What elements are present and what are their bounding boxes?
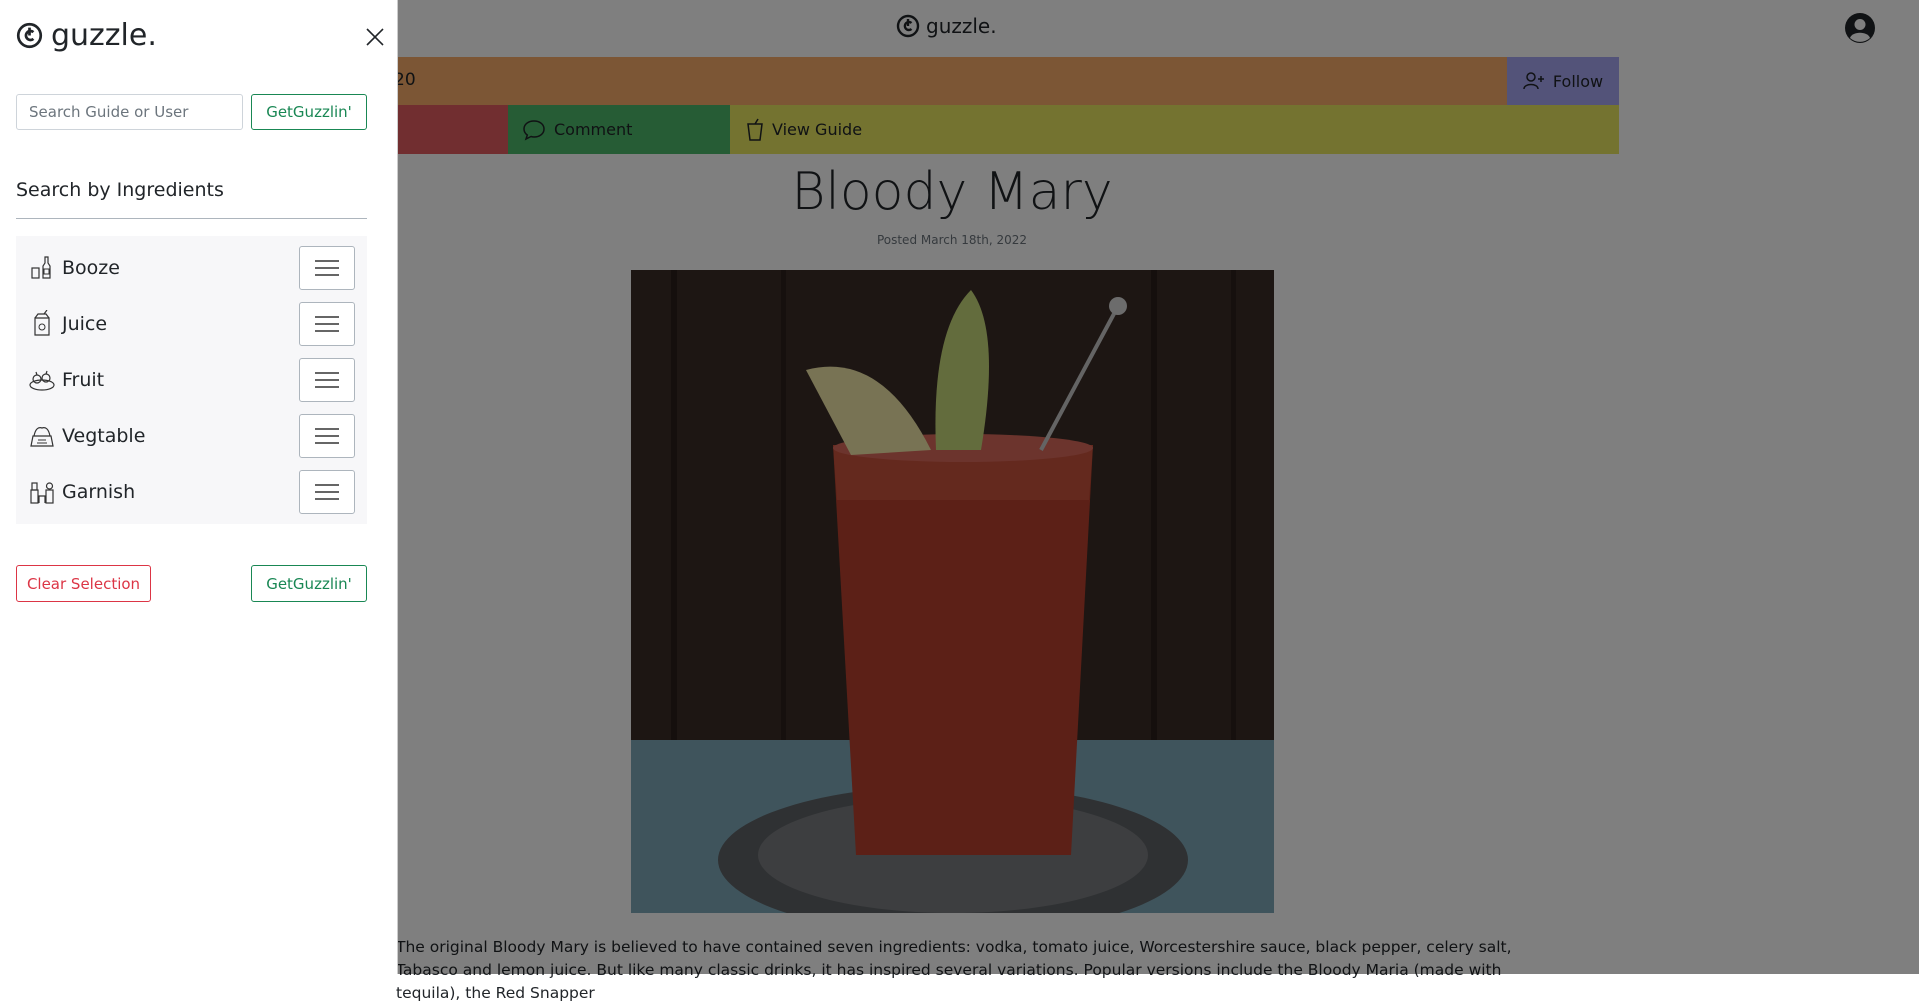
sidebar-brand[interactable]: guzzle. [16, 18, 157, 53]
ingredient-item-garnish: Garnish [16, 464, 367, 520]
hamburger-icon [315, 260, 339, 276]
vegetable-icon [30, 427, 54, 447]
clear-selection-button[interactable]: Clear Selection [16, 565, 151, 602]
hamburger-icon [315, 316, 339, 332]
hamburger-toggle-button[interactable] [299, 414, 355, 458]
ingredient-label: Juice [62, 313, 108, 335]
hamburger-toggle-button[interactable] [299, 358, 355, 402]
section-title: Search by Ingredients [16, 179, 224, 201]
hamburger-icon [315, 372, 339, 388]
divider [16, 218, 367, 219]
search-input[interactable] [16, 94, 243, 130]
sidebar-brand-text: guzzle. [51, 18, 157, 53]
bottles-icon [31, 256, 51, 279]
hamburger-icon [315, 428, 339, 444]
hamburger-toggle-button[interactable] [299, 470, 355, 514]
guzzle-logo-icon [16, 22, 43, 49]
ingredient-item-booze: Booze [16, 240, 367, 296]
get-guzzlin-button[interactable]: GetGuzzlin' [251, 565, 367, 602]
hamburger-icon [315, 484, 339, 500]
ingredient-item-vegtable: Vegtable [16, 408, 367, 464]
hamburger-toggle-button[interactable] [299, 246, 355, 290]
search-submit-button[interactable]: GetGuzzlin' [251, 94, 367, 130]
ingredient-label: Garnish [62, 481, 136, 503]
close-icon[interactable] [362, 24, 388, 50]
ingredient-item-juice: Juice [16, 296, 367, 352]
hamburger-toggle-button[interactable] [299, 302, 355, 346]
ingredient-label: Fruit [62, 369, 105, 391]
ingredient-list: Booze Juice Fruit Vegtable Garnish [16, 236, 367, 524]
offcanvas-sidebar: guzzle. GetGuzzlin' Search by Ingredient… [0, 0, 398, 974]
ingredient-label: Vegtable [62, 425, 146, 447]
ingredient-label: Booze [62, 257, 120, 279]
garnish-icon [30, 482, 54, 504]
ingredient-item-fruit: Fruit [16, 352, 367, 408]
fruit-icon [29, 370, 55, 391]
juice-box-icon [34, 310, 50, 336]
